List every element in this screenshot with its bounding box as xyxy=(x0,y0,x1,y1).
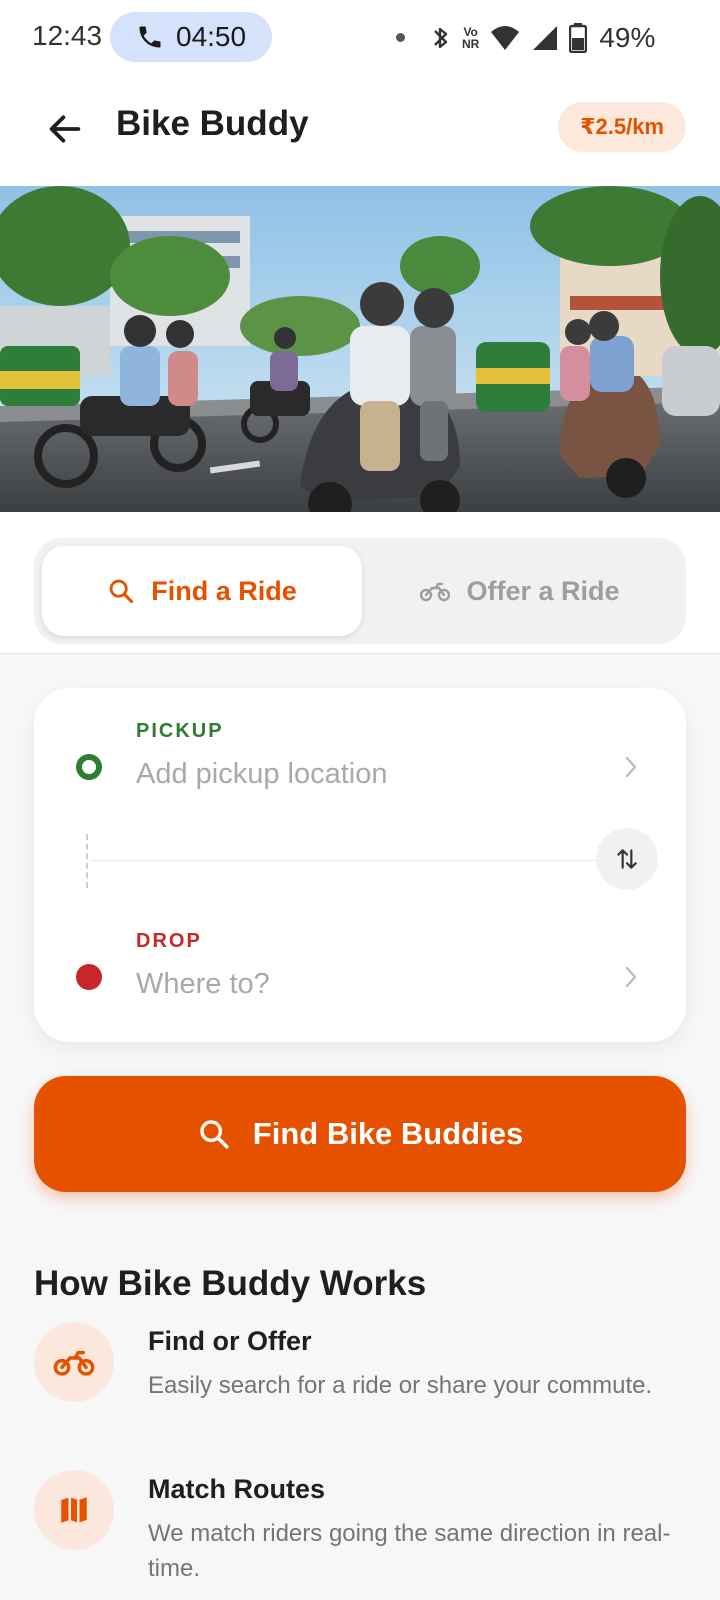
phone-icon xyxy=(139,26,161,48)
pickup-dot-icon xyxy=(76,754,102,780)
pickup-placeholder: Add pickup location xyxy=(136,758,388,790)
battery-percent: 49% xyxy=(599,22,656,53)
ride-mode-tabs: Find a Ride Offer a Ride xyxy=(34,538,686,644)
nr-label: NR xyxy=(462,37,480,51)
step-description: Easily search for a ride or share your c… xyxy=(148,1372,653,1399)
drop-label: DROP xyxy=(136,930,202,952)
tab-offer-a-ride[interactable]: Offer a Ride xyxy=(360,546,680,636)
swap-locations-button[interactable] xyxy=(596,828,658,890)
status-bar: 12:43 04:50 Vo NR 49% xyxy=(0,0,720,76)
back-button[interactable] xyxy=(42,106,88,152)
chevron-right-icon xyxy=(625,756,637,778)
route-connector xyxy=(86,834,88,888)
step-description: We match riders going the same direction… xyxy=(148,1520,671,1582)
tab-find-label: Find a Ride xyxy=(151,575,297,606)
pickup-field[interactable]: PICKUP Add pickup location xyxy=(34,718,686,818)
hero-image xyxy=(0,186,720,512)
ride-mode-tabs-section: Find a Ride Offer a Ride xyxy=(0,512,720,654)
tab-find-a-ride[interactable]: Find a Ride xyxy=(42,546,362,636)
bluetooth-icon xyxy=(434,27,448,49)
search-icon xyxy=(200,1120,229,1149)
find-bike-buddies-button[interactable]: Find Bike Buddies xyxy=(34,1076,686,1192)
battery-icon xyxy=(569,23,588,53)
status-time: 12:43 xyxy=(32,20,103,51)
app-header: Bike Buddy ₹2.5/km xyxy=(0,76,720,186)
signal-icon xyxy=(533,26,558,50)
step-title: Find or Offer xyxy=(148,1326,312,1356)
tab-offer-label: Offer a Ride xyxy=(466,575,620,606)
divider xyxy=(90,860,602,861)
step-title: Match Routes xyxy=(148,1474,326,1504)
drop-field[interactable]: DROP Where to? xyxy=(34,928,686,1028)
motorbike-icon xyxy=(420,582,451,602)
search-icon xyxy=(109,579,134,604)
map-icon xyxy=(61,1497,87,1523)
step-icon-badge xyxy=(34,1322,114,1402)
pickup-label: PICKUP xyxy=(136,720,224,742)
rate-badge: ₹2.5/km xyxy=(558,102,686,152)
swap-vertical-icon xyxy=(617,849,637,869)
page-title: Bike Buddy xyxy=(116,104,309,143)
location-card: PICKUP Add pickup location DROP Where to… xyxy=(34,688,686,1042)
motorbike-icon xyxy=(53,1350,95,1376)
call-timer: 04:50 xyxy=(176,21,247,52)
wifi-icon xyxy=(491,26,520,50)
cta-label: Find Bike Buddies xyxy=(252,1116,524,1151)
ongoing-call-chip[interactable]: 04:50 xyxy=(110,12,272,62)
notification-dot xyxy=(396,33,405,42)
street-riders-illustration xyxy=(0,186,720,512)
chevron-right-icon xyxy=(625,966,637,988)
drop-dot-icon xyxy=(76,964,102,990)
volte-nr-icon: Vo NR xyxy=(462,26,479,50)
drop-placeholder: Where to? xyxy=(136,968,270,1000)
how-it-works-heading: How Bike Buddy Works xyxy=(34,1264,427,1303)
step-icon-badge xyxy=(34,1470,114,1550)
arrow-left-icon xyxy=(49,115,81,143)
